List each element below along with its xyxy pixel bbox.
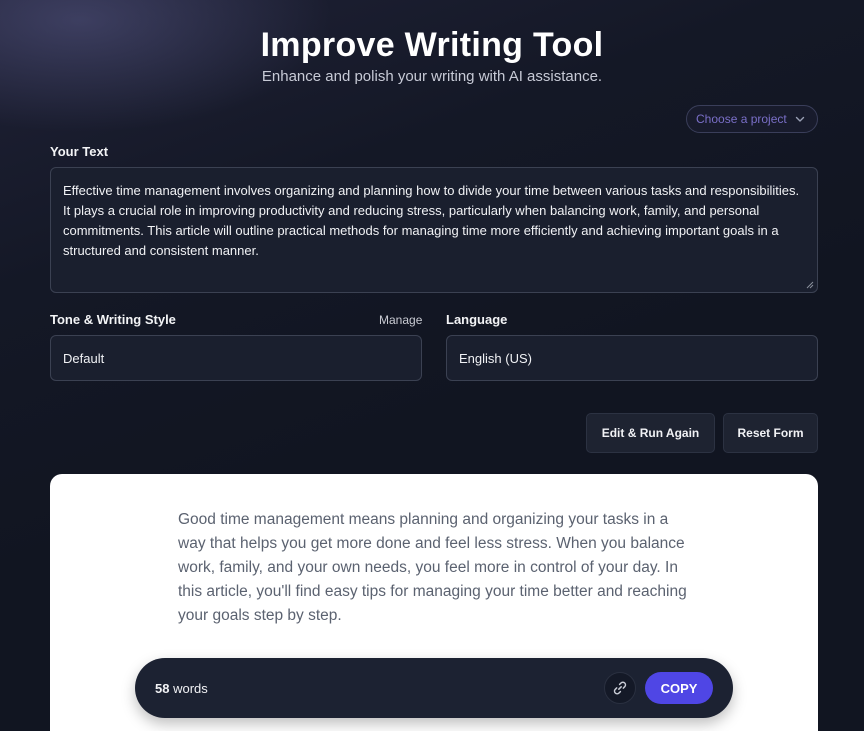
word-count: 58 words: [155, 681, 208, 696]
result-toolbar: 58 words COPY: [135, 658, 733, 718]
manage-link[interactable]: Manage: [379, 313, 422, 327]
project-select-label: Choose a project: [696, 112, 787, 126]
text-input-value: Effective time management involves organ…: [63, 183, 800, 258]
project-select[interactable]: Choose a project: [686, 105, 818, 133]
page-subtitle: Enhance and polish your writing with AI …: [261, 68, 603, 85]
language-label: Language: [446, 312, 508, 327]
copy-button[interactable]: COPY: [645, 672, 713, 704]
reset-form-button[interactable]: Reset Form: [723, 413, 818, 453]
word-count-unit: words: [173, 680, 208, 696]
word-count-number: 58: [155, 680, 170, 696]
language-select-value: English (US): [459, 350, 532, 366]
tone-select-value: Default: [63, 350, 105, 366]
resize-handle-icon[interactable]: [806, 281, 814, 289]
chevron-down-icon: [795, 116, 804, 122]
tone-select[interactable]: Default: [50, 335, 422, 381]
text-input[interactable]: Effective time management involves organ…: [50, 167, 818, 293]
share-link-button[interactable]: [604, 672, 636, 704]
your-text-label: Your Text: [50, 144, 109, 159]
link-icon: [613, 681, 627, 695]
page: Improve Writing Tool Enhance and polish …: [0, 0, 864, 731]
language-select[interactable]: English (US): [446, 335, 818, 381]
page-title: Improve Writing Tool: [260, 26, 604, 64]
result-text: Good time management means planning and …: [178, 511, 687, 624]
edit-run-again-button[interactable]: Edit & Run Again: [586, 413, 715, 453]
tone-label: Tone & Writing Style: [50, 312, 176, 327]
